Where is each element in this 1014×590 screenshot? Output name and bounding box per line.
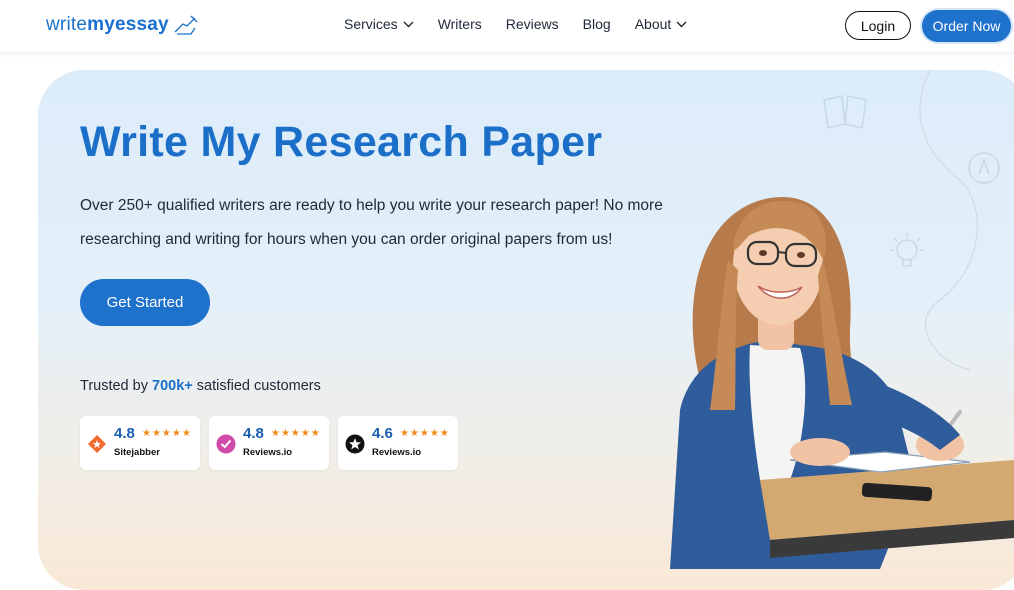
rating-score: 4.6 [372, 425, 393, 442]
nav-blog-label: Blog [582, 16, 611, 32]
hero-description: Over 250+ qualified writers are ready to… [80, 197, 663, 248]
nav-writers[interactable]: Writers [438, 16, 482, 32]
chevron-down-icon [403, 21, 414, 27]
nav-about-label: About [634, 16, 672, 32]
trusted-by-text: Trusted by 700k+ satisfied customers [80, 378, 321, 394]
rating-card-reviews-io[interactable]: 4.8 ★★★★★ Reviews.io [209, 416, 329, 470]
main-nav: Services Writers Reviews Blog About [344, 16, 711, 32]
trusted-prefix: Trusted by [80, 378, 152, 394]
nav-services[interactable]: Services [344, 16, 414, 32]
nav-reviews[interactable]: Reviews [506, 16, 559, 32]
rating-score: 4.8 [114, 425, 135, 442]
nav-reviews-label: Reviews [505, 16, 559, 32]
nav-about[interactable]: About [635, 16, 688, 32]
rating-source: Reviews.io [243, 447, 293, 458]
logo-hand-pen-icon [174, 15, 198, 35]
logo-text-write: write [46, 14, 88, 35]
reviews-io-check-icon [216, 434, 236, 454]
trusted-suffix: satisfied customers [192, 378, 321, 394]
customer-count: 700k+ [152, 378, 193, 394]
rating-stars: ★★★★★ [142, 428, 192, 439]
reviews-io-star-icon [345, 434, 365, 454]
login-button[interactable]: Login [845, 11, 911, 40]
chevron-down-icon [676, 21, 687, 27]
rating-source: Sitejabber [114, 447, 160, 458]
nav-blog[interactable]: Blog [583, 16, 611, 32]
rating-stars: ★★★★★ [271, 428, 321, 439]
sitejabber-icon [88, 435, 106, 453]
nav-services-label: Services [344, 16, 398, 32]
nav-writers-label: Writers [437, 16, 482, 32]
rating-stars: ★★★★★ [400, 428, 450, 439]
page-title: Write My Research Paper [80, 118, 603, 166]
rating-source: Reviews.io [372, 447, 422, 458]
site-header: write myessay Services Writers Reviews Bl… [0, 0, 1014, 52]
logo-text-myessay: myessay [87, 14, 169, 35]
order-now-button[interactable]: Order Now [922, 10, 1011, 42]
get-started-button[interactable]: Get Started [80, 279, 210, 326]
book-outline-icon [823, 95, 867, 129]
student-writing-illustration [670, 196, 1014, 569]
rating-card-reviews-io-2[interactable]: 4.6 ★★★★★ Reviews.io [338, 416, 458, 470]
rating-card-sitejabber[interactable]: 4.8 ★★★★★ Sitejabber [80, 416, 200, 470]
logo[interactable]: write myessay [46, 14, 199, 36]
rating-score: 4.8 [243, 425, 264, 442]
header-divider [0, 52, 1014, 58]
